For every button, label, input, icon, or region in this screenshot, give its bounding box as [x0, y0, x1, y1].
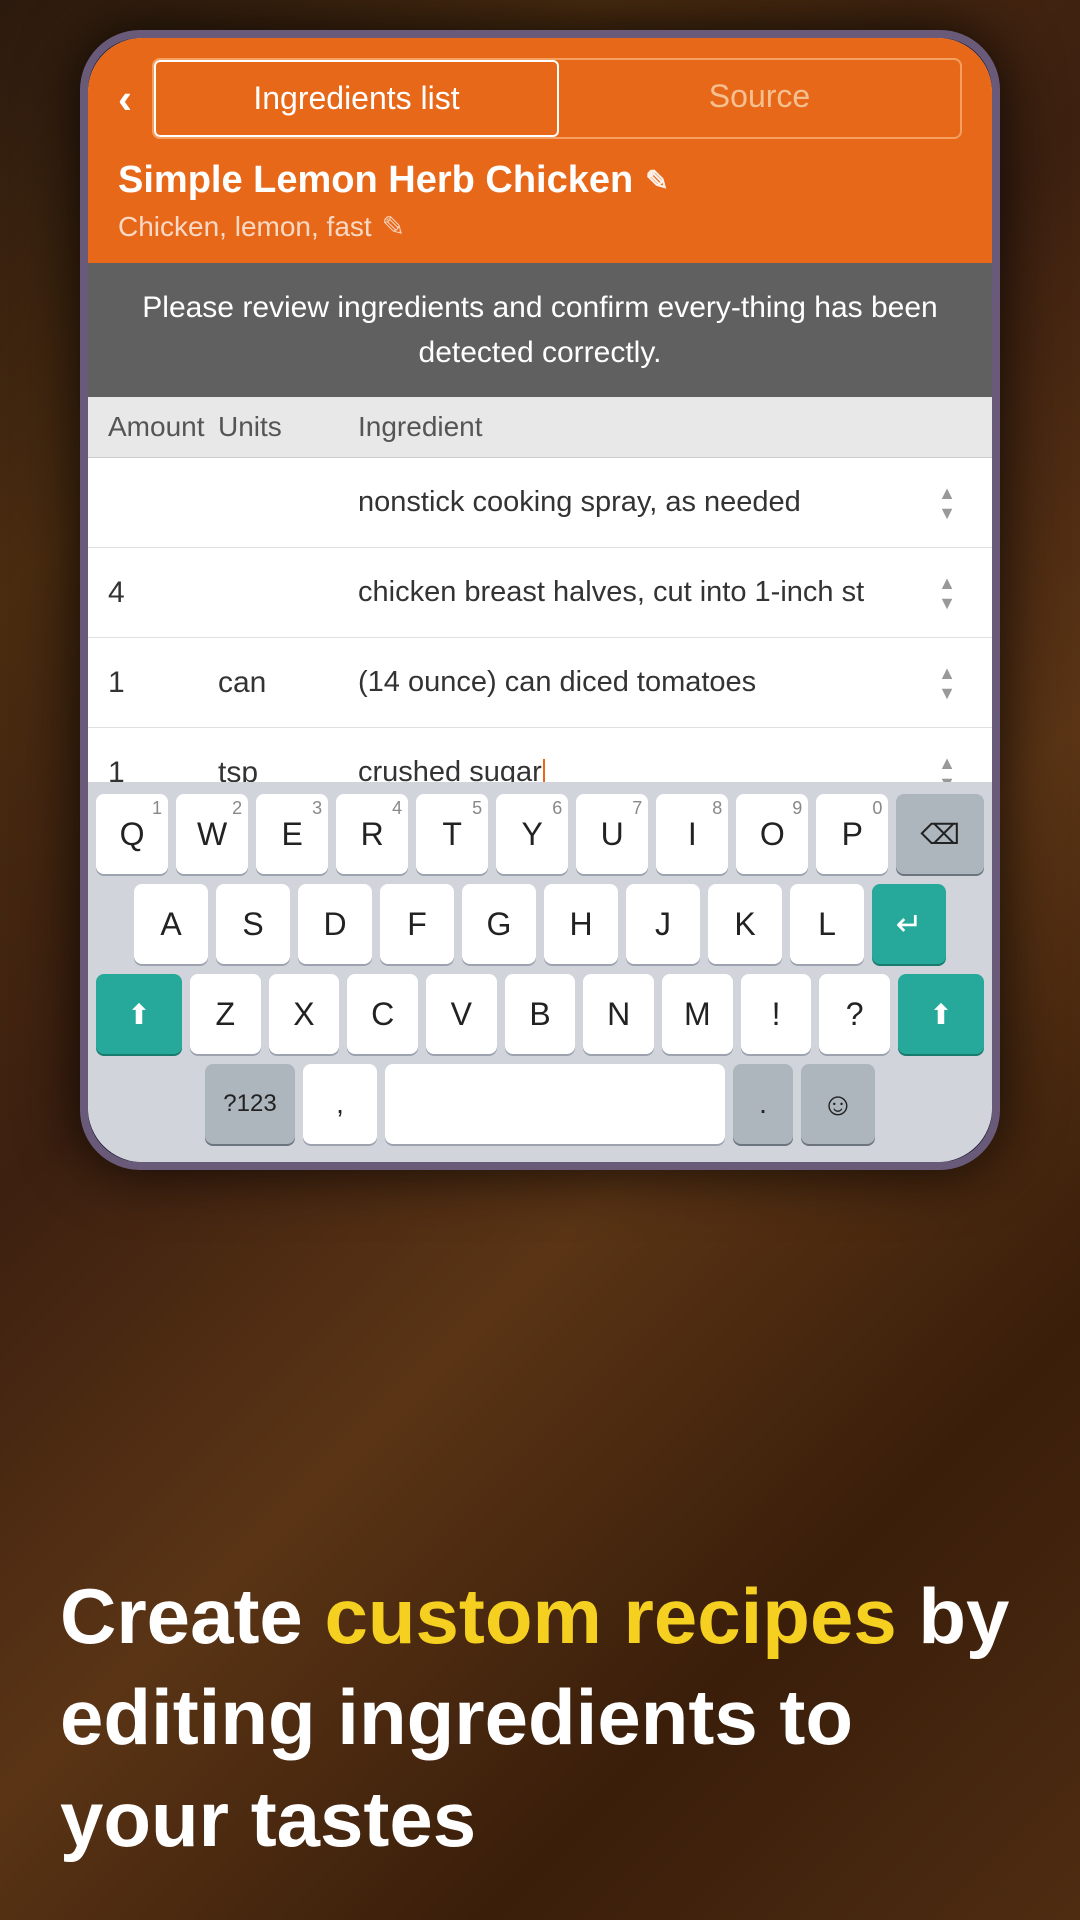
arrow-up-2: ▲	[938, 664, 956, 682]
arrow-down-2: ▼	[938, 684, 956, 702]
sort-arrows-2[interactable]: ▲ ▼	[922, 664, 972, 702]
key-symbols[interactable]: ?123	[205, 1064, 295, 1144]
key-emoji[interactable]: ☺	[801, 1064, 875, 1144]
ingredient-0: nonstick cooking spray, as needed	[358, 486, 922, 519]
key-h[interactable]: H	[544, 884, 618, 964]
phone-frame: ‹ Ingredients list Source Simple Lemon H…	[80, 30, 1000, 1170]
arrow-down-1: ▼	[938, 594, 956, 612]
edit-title-icon[interactable]: ✎	[645, 164, 668, 197]
key-v[interactable]: V	[426, 974, 497, 1054]
col-ingredient: Ingredient	[358, 411, 972, 443]
key-w[interactable]: 2 W	[176, 794, 248, 874]
key-z[interactable]: Z	[190, 974, 261, 1054]
key-n[interactable]: N	[583, 974, 654, 1054]
table-header: Amount Units Ingredient	[88, 397, 992, 458]
sort-arrows-1[interactable]: ▲ ▼	[922, 574, 972, 612]
key-r[interactable]: 4 R	[336, 794, 408, 874]
unit-2: can	[218, 666, 358, 700]
key-f[interactable]: F	[380, 884, 454, 964]
key-o[interactable]: 9 O	[736, 794, 808, 874]
back-button[interactable]: ‹	[118, 78, 132, 120]
arrow-up-1: ▲	[938, 574, 956, 592]
key-exclaim[interactable]: !	[741, 974, 812, 1054]
text-cursor	[543, 759, 545, 782]
keyboard-row-2: A S D F G H J	[96, 884, 984, 964]
key-a[interactable]: A	[134, 884, 208, 964]
key-k[interactable]: K	[708, 884, 782, 964]
col-amount: Amount	[108, 411, 218, 443]
tab-bar: Ingredients list Source	[152, 58, 962, 139]
keyboard: 1 Q 2 W 3 E 4 R 5 T	[88, 782, 992, 1162]
edit-tags-icon[interactable]: ✎	[382, 210, 405, 243]
ingredient-2: (14 ounce) can diced tomatoes	[358, 666, 922, 699]
arrow-up-0: ▲	[938, 484, 956, 502]
arrow-down-3: ▼	[938, 774, 956, 783]
table-row-active[interactable]: 1 tsp crushed sugar ▲ ▼ Sugar Stevia Bro…	[88, 728, 992, 782]
recipe-title-text: Simple Lemon Herb Chicken	[118, 159, 633, 202]
backspace-icon: ⌫	[920, 818, 960, 851]
key-enter[interactable]: ↵	[872, 884, 946, 964]
tab-source[interactable]: Source	[559, 60, 960, 137]
ingredient-3[interactable]: crushed sugar	[358, 756, 922, 782]
amount-3: 1	[108, 756, 218, 783]
keyboard-row-3: ⬆ Z X C V B N	[96, 974, 984, 1054]
key-x[interactable]: X	[269, 974, 340, 1054]
key-d[interactable]: D	[298, 884, 372, 964]
table-row[interactable]: 1 can (14 ounce) can diced tomatoes ▲ ▼	[88, 638, 992, 728]
app-header: ‹ Ingredients list Source Simple Lemon H…	[88, 38, 992, 263]
tagline-part1: Create	[60, 1572, 324, 1660]
amount-2: 1	[108, 666, 218, 700]
notice-bar: Please review ingredients and confirm ev…	[88, 263, 992, 397]
key-t[interactable]: 5 T	[416, 794, 488, 874]
tagline: Create custom recipes by editing ingredi…	[0, 1566, 1080, 1870]
ingredients-list: nonstick cooking spray, as needed ▲ ▼ 4 …	[88, 458, 992, 782]
recipe-tags-text: Chicken, lemon, fast	[118, 211, 372, 243]
amount-1: 4	[108, 576, 218, 610]
arrow-up-3: ▲	[938, 754, 956, 772]
table-row[interactable]: nonstick cooking spray, as needed ▲ ▼	[88, 458, 992, 548]
key-p[interactable]: 0 P	[816, 794, 888, 874]
sort-arrows-3[interactable]: ▲ ▼	[922, 754, 972, 783]
key-space[interactable]	[385, 1064, 725, 1144]
key-period[interactable]: .	[733, 1064, 793, 1144]
shift-left-icon: ⬆	[127, 998, 150, 1031]
key-c[interactable]: C	[347, 974, 418, 1054]
shift-right-icon: ⬆	[929, 998, 952, 1031]
col-units: Units	[218, 411, 358, 443]
key-shift-left[interactable]: ⬆	[96, 974, 182, 1054]
key-g[interactable]: G	[462, 884, 536, 964]
key-s[interactable]: S	[216, 884, 290, 964]
sort-arrows-0[interactable]: ▲ ▼	[922, 484, 972, 522]
arrow-down-0: ▼	[938, 504, 956, 522]
table-row[interactable]: 4 chicken breast halves, cut into 1-inch…	[88, 548, 992, 638]
unit-3: tsp	[218, 756, 358, 783]
tab-ingredients[interactable]: Ingredients list	[154, 60, 559, 137]
key-l[interactable]: L	[790, 884, 864, 964]
key-backspace[interactable]: ⌫	[896, 794, 984, 874]
key-i[interactable]: 8 I	[656, 794, 728, 874]
key-y[interactable]: 6 Y	[496, 794, 568, 874]
key-comma[interactable]: ,	[303, 1064, 377, 1144]
key-shift-right[interactable]: ⬆	[898, 974, 984, 1054]
key-j[interactable]: J	[626, 884, 700, 964]
keyboard-row-bottom: ?123 , . ☺	[96, 1064, 984, 1144]
key-e[interactable]: 3 E	[256, 794, 328, 874]
ingredient-text-3: crushed sugar	[358, 756, 542, 782]
key-question[interactable]: ?	[819, 974, 890, 1054]
key-m[interactable]: M	[662, 974, 733, 1054]
tagline-highlight: custom recipes	[324, 1572, 896, 1660]
ingredient-1: chicken breast halves, cut into 1-inch s…	[358, 576, 922, 609]
key-q[interactable]: 1 Q	[96, 794, 168, 874]
key-u[interactable]: 7 U	[576, 794, 648, 874]
keyboard-row-1: 1 Q 2 W 3 E 4 R 5 T	[96, 794, 984, 874]
key-b[interactable]: B	[505, 974, 576, 1054]
